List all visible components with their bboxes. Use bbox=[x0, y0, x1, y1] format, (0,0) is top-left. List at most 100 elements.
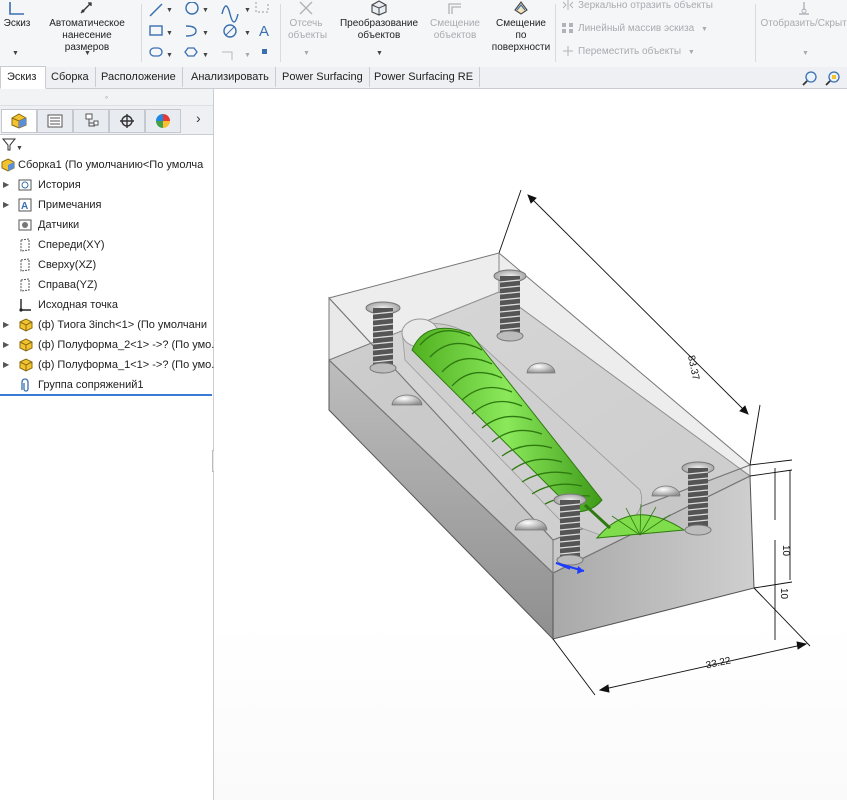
origin-icon bbox=[19, 299, 31, 312]
part-icon bbox=[19, 338, 33, 352]
history-folder-icon bbox=[18, 179, 32, 191]
convert-entities-button[interactable]: Преобразование объектов bbox=[334, 0, 424, 42]
offset-entities-button[interactable]: Смещение объектов bbox=[426, 0, 484, 42]
chevron-right-icon[interactable]: › bbox=[196, 110, 201, 126]
dimension-length[interactable]: 83.37 bbox=[685, 354, 701, 381]
expand-arrow-icon[interactable]: ▶ bbox=[3, 175, 9, 195]
svg-text:▼: ▼ bbox=[16, 145, 22, 152]
command-manager-tabs: Эскиз Сборка Расположение Анализировать … bbox=[0, 66, 847, 89]
trim-dropdown-arrow[interactable]: ▼ bbox=[303, 50, 310, 57]
tree-item-label: (ф) Полуформа_1<1> ->? (По умо... bbox=[38, 359, 221, 371]
svg-text:▼: ▼ bbox=[244, 30, 251, 37]
tree-item-label: История bbox=[38, 179, 81, 191]
smart-dimension-icon bbox=[80, 2, 92, 14]
display-relations-button[interactable]: Отобразить/Скрыть взаимосвязи bbox=[760, 0, 847, 30]
trim-icon bbox=[299, 1, 313, 15]
smart-dimension-dropdown-arrow[interactable]: ▼ bbox=[84, 50, 91, 57]
color-wheel-icon bbox=[156, 114, 170, 128]
offset-on-surface-button[interactable]: Смещение по поверхности bbox=[490, 0, 552, 54]
part-icon bbox=[19, 318, 33, 332]
sensors-icon bbox=[18, 219, 32, 231]
configuration-manager-tab[interactable] bbox=[73, 109, 109, 133]
dimxpert-tab[interactable] bbox=[109, 109, 145, 133]
rollback-bar[interactable] bbox=[0, 394, 212, 396]
svg-text:A: A bbox=[259, 23, 269, 40]
expand-arrow-icon[interactable]: ▶ bbox=[3, 355, 9, 375]
filter-icon: ▼ bbox=[1, 138, 23, 152]
linear-pattern-icon bbox=[562, 23, 573, 34]
tree-item-label: (ф) Тиога 3inch<1> (По умолчани bbox=[38, 319, 207, 331]
plane-icon bbox=[20, 258, 30, 272]
offset-icon bbox=[448, 3, 461, 14]
zoom-to-area-icon[interactable] bbox=[825, 71, 841, 87]
model-view[interactable]: 83.37 33.22 10 10 bbox=[214, 89, 847, 800]
offset-on-surface-label: Смещение по поверхности bbox=[491, 18, 551, 53]
expand-arrow-icon[interactable]: ▶ bbox=[3, 315, 9, 335]
offset-label: Смещение объектов bbox=[429, 18, 480, 41]
convert-entities-label: Преобразование объектов bbox=[339, 18, 419, 41]
move-label: Переместить объекты bbox=[578, 46, 682, 57]
expand-arrow-icon[interactable]: ▶ bbox=[3, 195, 9, 215]
tree-item-label: (ф) Полуформа_2<1> ->? (По умо... bbox=[38, 339, 221, 351]
tab-power-surfacing[interactable]: Power Surfacing bbox=[276, 67, 370, 87]
sketch-entities-tool-group[interactable]: ▼ ▼ ▼ ▼ ▼ ▼ A ▼ ▼ ▼ bbox=[148, 2, 278, 62]
offset-on-surface-icon bbox=[514, 1, 528, 15]
display-manager-tab[interactable] bbox=[145, 109, 181, 133]
tree-item-label: Исходная точка bbox=[38, 299, 118, 311]
linear-sketch-pattern-button[interactable]: Линейный массив эскиза ▼ bbox=[562, 23, 708, 34]
sketch-dropdown-arrow[interactable]: ▼ bbox=[12, 50, 19, 57]
tab-power-surfacing-re[interactable]: Power Surfacing RE bbox=[368, 67, 481, 87]
tree-item-label: Датчики bbox=[38, 219, 80, 231]
trim-label: Отсечь объекты bbox=[288, 18, 328, 41]
graphics-area[interactable]: 83.37 33.22 10 10 bbox=[214, 71, 847, 800]
sketch-icon bbox=[9, 2, 24, 15]
mirror-icon bbox=[562, 0, 574, 11]
smart-dimension-label: Автоматическое нанесение размеров bbox=[49, 18, 125, 53]
expand-arrow-icon[interactable]: ▶ bbox=[3, 335, 9, 355]
mirror-label: Зеркально отразить объекты bbox=[578, 0, 713, 11]
ribbon-separator bbox=[755, 4, 756, 62]
mates-paperclip-icon bbox=[21, 378, 29, 392]
feature-manager-tab[interactable] bbox=[1, 109, 37, 133]
move-icon bbox=[563, 46, 573, 57]
tab-sketch[interactable]: Эскиз bbox=[0, 66, 46, 89]
ribbon-separator bbox=[280, 4, 281, 62]
svg-text:▼: ▼ bbox=[202, 52, 209, 59]
svg-text:▼: ▼ bbox=[166, 52, 173, 59]
dimension-lower[interactable]: 10 bbox=[778, 588, 789, 600]
zoom-to-fit-icon[interactable] bbox=[802, 71, 818, 87]
tree-item-label: Примечания bbox=[38, 199, 102, 211]
panel-grip[interactable]: ◦ bbox=[0, 89, 213, 106]
svg-text:▼: ▼ bbox=[202, 30, 209, 37]
tree-item-label: Спереди(XY) bbox=[38, 239, 105, 251]
convert-dropdown-arrow[interactable]: ▼ bbox=[376, 50, 383, 57]
tree-item-label: Группа сопряжений1 bbox=[38, 379, 144, 391]
plane-icon bbox=[20, 238, 30, 252]
display-relations-label: Отобразить/Скрыть взаимосвязи bbox=[760, 18, 847, 29]
linear-pattern-label: Линейный массив эскиза bbox=[578, 23, 695, 34]
view-heads-up-toolbar bbox=[802, 71, 841, 90]
feature-manager-panel: ◦ › ▼ Сборка1 (По умолчанию<По умолча ▶ … bbox=[0, 89, 220, 800]
trim-entities-button[interactable]: Отсечь объекты bbox=[283, 0, 329, 42]
dimension-upper[interactable]: 10 bbox=[780, 545, 791, 557]
panel-tab-bar: › bbox=[0, 106, 213, 135]
move-entities-button[interactable]: Переместить объекты ▼ bbox=[562, 46, 695, 57]
command-manager-ribbon: Эскиз ▼ Автоматическое нанесение размеро… bbox=[0, 0, 847, 68]
tab-assembly[interactable]: Сборка bbox=[45, 67, 96, 87]
ribbon-separator bbox=[555, 4, 556, 62]
smart-dimension-button[interactable]: Автоматическое нанесение размеров bbox=[36, 0, 138, 54]
filter-button[interactable]: ▼ bbox=[1, 138, 23, 155]
svg-text:A: A bbox=[21, 201, 28, 212]
property-manager-tab[interactable] bbox=[37, 109, 73, 133]
dimension-width[interactable]: 33.22 bbox=[705, 655, 732, 671]
sketch-button[interactable]: Эскиз bbox=[0, 0, 34, 30]
display-relations-dropdown-arrow[interactable]: ▼ bbox=[802, 50, 809, 57]
mirror-entities-button[interactable]: Зеркально отразить объекты bbox=[562, 0, 713, 11]
plane-icon bbox=[20, 278, 30, 292]
tab-evaluate[interactable]: Анализировать bbox=[185, 67, 276, 87]
configuration-tree-icon bbox=[85, 113, 99, 127]
tree-item-label: Справа(YZ) bbox=[38, 279, 98, 291]
sketch-label: Эскиз bbox=[3, 18, 31, 29]
assembly-cube-icon bbox=[11, 113, 27, 129]
tab-layout[interactable]: Расположение bbox=[95, 67, 183, 87]
